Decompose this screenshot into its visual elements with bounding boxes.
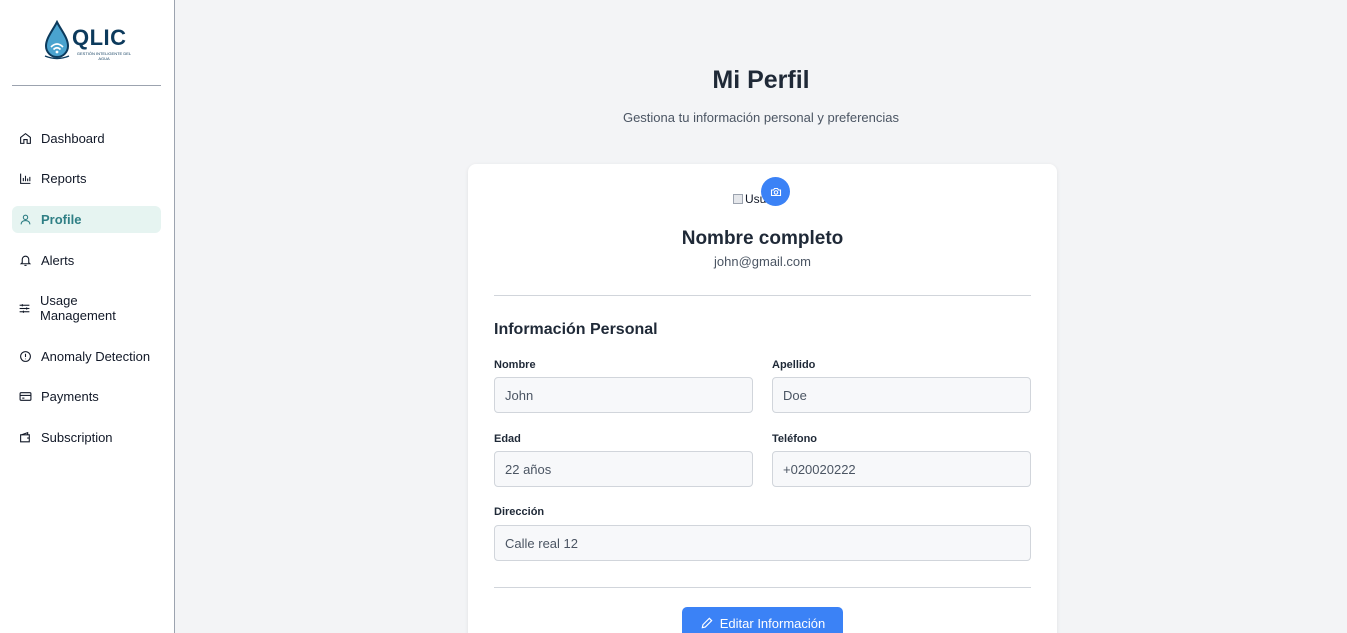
home-icon <box>18 131 32 145</box>
sidebar-item-profile[interactable]: Profile <box>12 206 161 233</box>
sidebar: QLIC GESTIÓN INTELIGENTE DEL AGUA Dashbo… <box>0 0 175 633</box>
sidebar-item-label: Usage Management <box>40 293 116 323</box>
card-divider <box>494 295 1031 296</box>
profile-card: Usuario Nombre completo john@gmail.com I… <box>468 164 1057 633</box>
sidebar-item-anomaly-detection[interactable]: Anomaly Detection <box>12 346 161 366</box>
bell-icon <box>18 253 32 267</box>
sidebar-item-payments[interactable]: Payments <box>12 386 161 406</box>
broken-image-icon <box>733 194 743 204</box>
alert-circle-icon <box>18 349 32 363</box>
direccion-field[interactable]: Calle real 12 <box>494 525 1031 561</box>
user-icon <box>18 213 32 227</box>
edit-info-label: Editar Información <box>719 615 826 631</box>
credit-card-icon <box>18 389 32 403</box>
card-divider <box>494 587 1031 588</box>
sidebar-item-alerts[interactable]: Alerts <box>12 250 161 270</box>
brand-logo[interactable]: QLIC GESTIÓN INTELIGENTE DEL AGUA <box>44 20 134 64</box>
sidebar-item-dashboard[interactable]: Dashboard <box>12 128 161 148</box>
wallet-icon <box>18 430 32 444</box>
sidebar-item-label: Dashboard <box>41 130 105 146</box>
bar-chart-icon <box>18 171 32 185</box>
edad-label: Edad <box>494 433 521 445</box>
direccion-label: Dirección <box>494 506 545 518</box>
section-title: Información Personal <box>494 321 658 338</box>
sidebar-item-label: Profile <box>41 212 82 227</box>
profile-email: john@gmail.com <box>713 254 811 269</box>
sidebar-item-label: Reports <box>41 170 87 186</box>
telefono-label: Teléfono <box>772 433 818 445</box>
apellido-field[interactable]: Doe <box>772 377 1031 413</box>
sidebar-item-label: Alerts <box>41 252 75 268</box>
pencil-icon <box>701 617 713 629</box>
telefono-field[interactable]: +020020222 <box>772 451 1031 487</box>
page-subtitle: Gestiona tu información personal y prefe… <box>622 110 900 125</box>
water-drop-icon <box>44 20 70 60</box>
nombre-label: Nombre <box>494 359 536 371</box>
edit-info-button[interactable]: Editar Información <box>682 607 843 633</box>
brand-name: QLIC <box>72 25 127 50</box>
edad-field[interactable]: 22 años <box>494 451 753 487</box>
nombre-field[interactable]: John <box>494 377 753 413</box>
page-title: Mi Perfil <box>712 66 810 94</box>
apellido-label: Apellido <box>772 359 816 371</box>
brand-tagline: GESTIÓN INTELIGENTE DEL AGUA <box>76 51 132 61</box>
sidebar-item-label: Payments <box>41 388 99 404</box>
change-photo-button[interactable] <box>761 177 790 206</box>
profile-full-name: Nombre completo <box>681 228 844 249</box>
sidebar-item-label: Subscription <box>41 429 113 445</box>
sidebar-item-subscription[interactable]: Subscription <box>12 427 161 447</box>
camera-icon <box>770 187 781 196</box>
sidebar-divider <box>12 85 161 86</box>
sliders-icon <box>18 301 31 315</box>
sidebar-item-usage-management[interactable]: Usage Management <box>12 292 122 324</box>
sidebar-item-reports[interactable]: Reports <box>12 168 161 188</box>
sidebar-item-label: Anomaly Detection <box>41 348 151 364</box>
